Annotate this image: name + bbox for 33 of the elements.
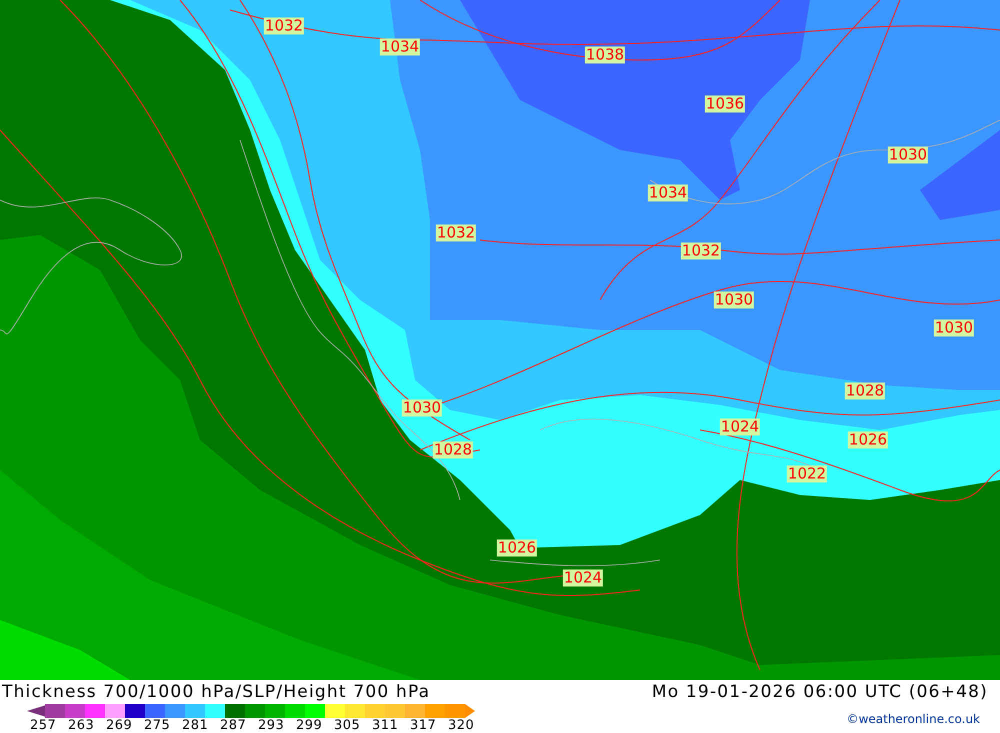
legend-tick-label: 281 (182, 718, 210, 733)
legend-tick-label: 299 (296, 718, 324, 733)
isobar-label: 1022 (786, 466, 828, 482)
legend-tick-label: 305 (334, 718, 362, 733)
legend-tick-label: 257 (30, 718, 58, 733)
credit-link[interactable]: ©weatheronline.co.uk (846, 712, 980, 726)
isobar-label: 1026 (496, 540, 538, 556)
legend-tick-label: 311 (372, 718, 400, 733)
legend-tick-label: 263 (68, 718, 96, 733)
isobar-label: 1032 (436, 224, 476, 242)
isobar-label: 1038 (584, 46, 626, 64)
isobar-label: 1028 (432, 442, 474, 458)
legend-tick-label: 317 (410, 718, 438, 733)
legend-tick-label: 320 (448, 718, 476, 733)
isobar-label: 1034 (648, 184, 688, 202)
isobar-label: 1030 (888, 146, 928, 164)
valid-time: Mo 19-01-2026 06:00 UTC (06+48) (652, 682, 988, 702)
isobar-label: 1024 (720, 418, 760, 436)
isobar-label: 1030 (402, 400, 442, 416)
isobar-label: 1028 (844, 382, 886, 400)
isobar-label: 1026 (848, 432, 888, 448)
isobar-label: 1030 (934, 320, 974, 336)
isobar-label: 1032 (264, 18, 304, 34)
isobar-label: 1032 (680, 242, 722, 260)
isobar-label: 1030 (714, 292, 754, 308)
legend-tick-label: 269 (106, 718, 134, 733)
legend-tick-label: 287 (220, 718, 248, 733)
legend-tick-label: 293 (258, 718, 286, 733)
isobar-label: 1024 (562, 570, 604, 586)
isobar-label: 1036 (704, 96, 746, 112)
map-title: Thickness 700/1000 hPa/SLP/Height 700 hPa (2, 682, 430, 702)
isobar-label: 1034 (380, 38, 420, 56)
legend-tick-label: 275 (144, 718, 172, 733)
